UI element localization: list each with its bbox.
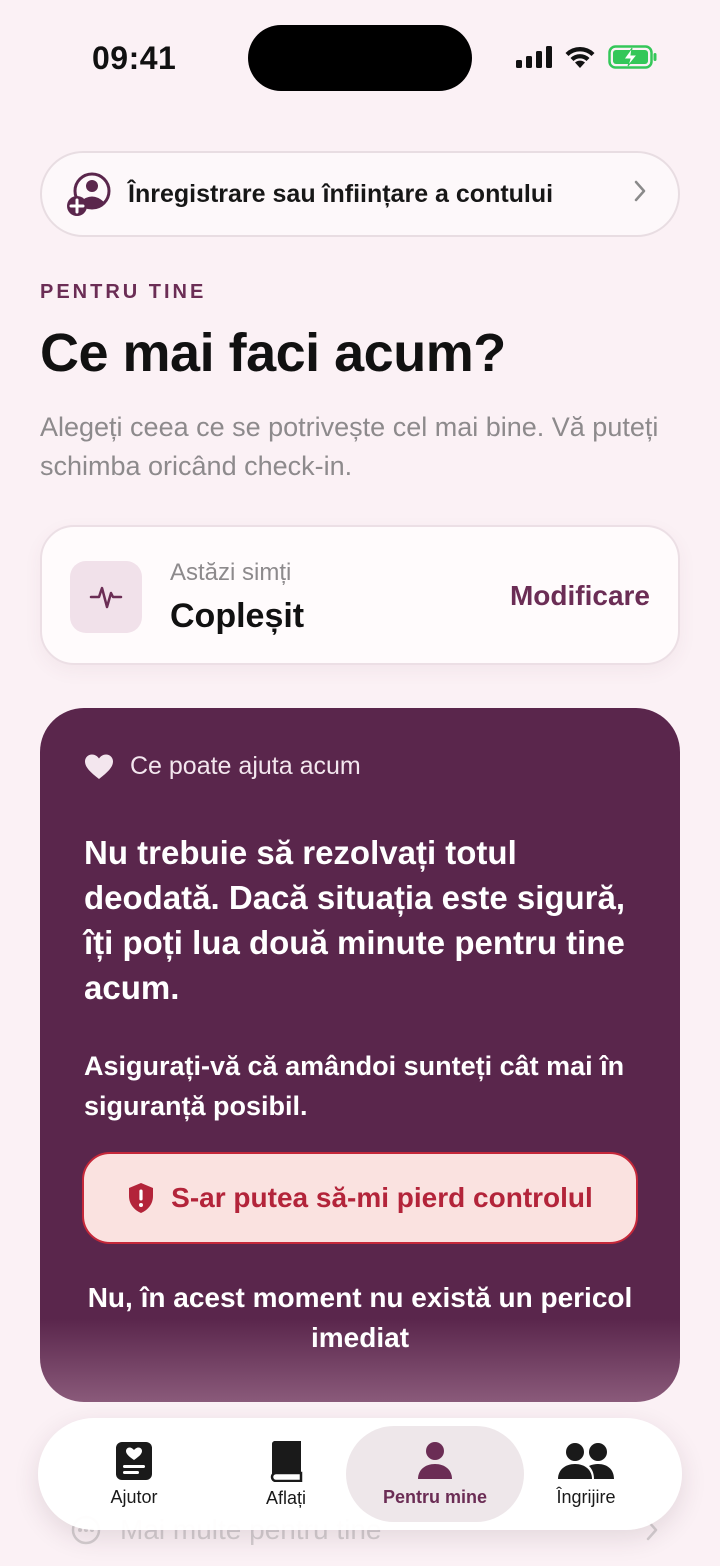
no-immediate-danger-link[interactable]: Nu, în acest moment nu există un pericol… bbox=[80, 1278, 640, 1358]
feeling-caption: Astăzi simți bbox=[170, 559, 292, 586]
status-bar: 09:41 bbox=[0, 0, 720, 110]
tab-aflati-label: Aflați bbox=[265, 1487, 307, 1508]
tab-ajutor-label: Ajutor bbox=[110, 1486, 158, 1507]
shield-alert-icon bbox=[129, 1183, 154, 1213]
signal-icon bbox=[516, 46, 552, 68]
account-signin-button[interactable]: Înregistrare sau înființare a contului bbox=[40, 151, 680, 237]
tab-bar: Ajutor Aflați Pentru mine Îngrijire bbox=[38, 1418, 682, 1530]
tab-pentru-mine[interactable]: Pentru mine bbox=[346, 1426, 524, 1522]
heart-icon bbox=[85, 754, 113, 779]
page-subtitle: Alegeți ceea ce se potrivește cel mai bi… bbox=[40, 412, 659, 481]
status-time: 09:41 bbox=[92, 40, 177, 76]
book-icon bbox=[270, 1440, 303, 1482]
wifi-icon bbox=[565, 46, 595, 68]
page-title: Ce mai faci acum? bbox=[40, 323, 506, 383]
account-label: Înregistrare sau înființare a contului bbox=[128, 179, 554, 208]
status-icons bbox=[516, 44, 658, 70]
help-card: Ce poate ajuta acum Nu trebuie să rezolv… bbox=[40, 708, 680, 1402]
tab-ingrijire[interactable]: Îngrijire bbox=[516, 1426, 656, 1522]
losing-control-button[interactable]: S-ar putea să-mi pierd controlul bbox=[82, 1152, 638, 1244]
help-heading: Ce poate ajuta acum bbox=[84, 752, 361, 781]
losing-control-label: S-ar putea să-mi pierd controlul bbox=[171, 1182, 593, 1213]
people-icon bbox=[558, 1442, 614, 1479]
feeling-card: Astăzi simți Copleșit Modificare bbox=[40, 525, 680, 665]
help-main-text: Nu trebuie să rezolvați totul deodată. D… bbox=[84, 834, 626, 1006]
tab-ingrijire-label: Îngrijire bbox=[556, 1486, 616, 1507]
help-heading-label: Ce poate ajuta acum bbox=[130, 752, 361, 780]
section-eyebrow: PENTRU TINE bbox=[40, 281, 207, 303]
battery-charging-icon bbox=[608, 45, 657, 69]
person-icon bbox=[418, 1441, 452, 1479]
pulse-icon bbox=[70, 561, 142, 633]
tab-aflati[interactable]: Aflați bbox=[218, 1426, 354, 1522]
tab-ajutor[interactable]: Ajutor bbox=[66, 1426, 202, 1522]
dynamic-island bbox=[248, 25, 472, 91]
help-sub-text: Asigurați-vă că amândoi sunteți cât mai … bbox=[84, 1051, 625, 1121]
person-add-icon bbox=[67, 172, 111, 216]
feeling-value: Copleșit bbox=[170, 597, 305, 635]
chevron-right-icon bbox=[632, 178, 648, 210]
tab-pentru-mine-label: Pentru mine bbox=[382, 1486, 488, 1507]
change-feeling-button[interactable]: Modificare bbox=[510, 580, 650, 612]
heart-card-icon bbox=[116, 1441, 152, 1480]
